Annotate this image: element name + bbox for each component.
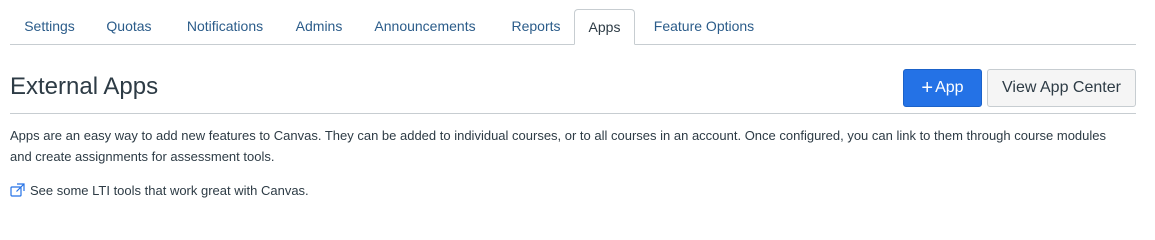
plus-icon: + — [921, 77, 934, 99]
page-title: External Apps — [10, 73, 159, 100]
lti-tools-link[interactable]: See some LTI tools that work great with … — [10, 181, 309, 201]
view-app-center-button[interactable]: View App Center — [987, 69, 1136, 107]
account-settings-tabs: Settings Quotas Notifications Admins Ann… — [10, 9, 1136, 45]
tab-settings[interactable]: Settings — [10, 9, 89, 44]
tab-apps[interactable]: Apps — [574, 9, 635, 45]
tab-admins[interactable]: Admins — [283, 9, 355, 44]
add-app-button-label: App — [935, 79, 964, 96]
header-divider — [10, 113, 1136, 114]
apps-description: Apps are an easy way to add new features… — [10, 128, 1107, 164]
lti-tools-link-label: See some LTI tools that work great with … — [30, 183, 309, 198]
tab-announcements[interactable]: Announcements — [357, 9, 493, 44]
tab-reports[interactable]: Reports — [495, 9, 577, 44]
tab-feature-options[interactable]: Feature Options — [639, 9, 769, 44]
view-app-center-label: View App Center — [1002, 79, 1121, 96]
tab-quotas[interactable]: Quotas — [91, 9, 167, 44]
external-link-icon — [10, 183, 26, 197]
add-app-button[interactable]: + App — [903, 69, 982, 107]
tab-notifications[interactable]: Notifications — [169, 9, 281, 44]
